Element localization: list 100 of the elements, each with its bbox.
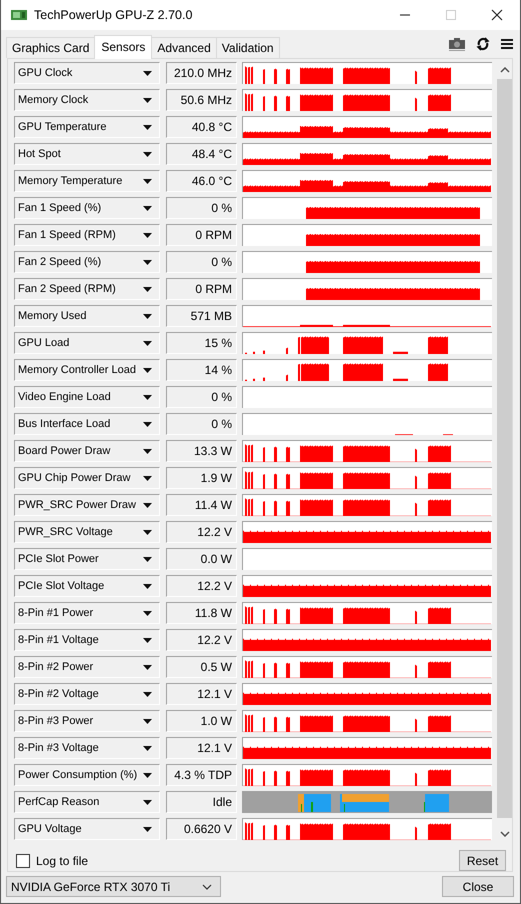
sensor-dropdown[interactable]: Bus Interface Load [14,413,160,435]
sensor-name: 8-Pin #3 Voltage [18,742,99,754]
sensor-dropdown[interactable]: GPU Temperature [14,116,160,138]
sensor-name: Fan 1 Speed (RPM) [18,229,116,241]
sensor-value: 4.3 % TDP [166,764,237,786]
close-button[interactable]: Close [442,876,514,897]
sensor-dropdown[interactable]: Fan 2 Speed (RPM) [14,278,160,300]
sensor-name: Power Consumption (%) [18,769,138,781]
sensor-dropdown[interactable]: Memory Used [14,305,160,327]
sensor-value: 12.2 V [166,521,237,543]
caret-icon [143,692,152,696]
sensor-dropdown[interactable]: 8-Pin #3 Voltage [14,737,160,759]
sensor-name: GPU Temperature [18,121,106,133]
sensor-dropdown[interactable]: PerfCap Reason [14,791,160,813]
caret-icon [143,772,152,778]
sensor-dropdown[interactable]: 8-Pin #2 Voltage [14,683,160,705]
sensor-value: 1.0 W [166,710,237,732]
sensor-dropdown[interactable]: Power Consumption (%) [14,764,160,786]
sensor-dropdown[interactable]: GPU Clock [14,62,160,84]
checkbox-label: Log to file [36,854,88,868]
caret-icon [143,826,152,832]
sensor-name: PCIe Slot Power [18,553,99,565]
refresh-icon [476,37,490,51]
sensor-dropdown[interactable]: Hot Spot [14,143,160,165]
caret-icon [143,206,152,210]
sensor-dropdown[interactable]: Video Engine Load [14,386,160,408]
sensor-name: Memory Used [18,310,86,322]
tab[interactable]: Sensors [94,35,152,59]
sensor-value: Idle [166,791,237,813]
sensor-name: Memory Temperature [18,175,122,187]
sensor-name: Bus Interface Load [18,418,110,430]
sensor-value: 1.9 W [166,467,237,489]
sensor-name: Fan 1 Speed (%) [18,202,102,214]
sensor-dropdown[interactable]: 8-Pin #1 Voltage [14,629,160,651]
caret-icon [143,70,152,76]
sensor-dropdown[interactable]: Memory Clock [14,89,160,111]
sensor-dropdown[interactable]: PCIe Slot Voltage [14,575,160,597]
caret-icon [143,422,152,426]
sensor-value: 46.0 °C [166,170,237,192]
sensor-value: 12.2 V [166,629,237,651]
camera-icon [448,37,466,51]
sensor-value: 40.8 °C [166,116,237,138]
sensor-dropdown[interactable]: GPU Chip Power Draw [14,467,160,489]
sensor-dropdown[interactable]: 8-Pin #3 Power [14,710,160,732]
caret-icon [143,314,152,318]
sensor-value: 12.2 V [166,575,237,597]
maximize-icon [445,9,457,21]
sensor-dropdown[interactable]: Memory Temperature [14,170,160,192]
sensor-value: 11.4 W [166,494,237,516]
tab[interactable]: Graphics Card [6,37,96,58]
sensor-value: 210.0 MHz [166,62,237,84]
sensor-name: GPU Clock [18,67,72,79]
sensor-value: 0 % [166,386,237,408]
sensor-value: 0.6620 V [166,818,237,840]
sensor-dropdown[interactable]: Memory Controller Load [14,359,160,381]
caret-icon [143,286,152,292]
sensor-value: 0 % [166,197,237,219]
caret-icon [143,260,152,264]
sensor-dropdown[interactable]: 8-Pin #2 Power [14,656,160,678]
sensor-dropdown[interactable]: Fan 1 Speed (%) [14,197,160,219]
caret-icon [143,718,152,724]
gpu-dropdown[interactable]: NVIDIA GeForce RTX 3070 Ti [6,876,221,897]
log-checkbox[interactable] [16,854,30,868]
graphics-card-icon [11,9,27,21]
tab[interactable]: Validation [216,37,280,58]
sensor-dropdown[interactable]: Fan 2 Speed (%) [14,251,160,273]
sensor-dropdown[interactable]: GPU Load [14,332,160,354]
sensor-value: 15 % [166,332,237,354]
scroll-down-icon [500,831,510,837]
sensor-name: PCIe Slot Voltage [18,580,104,592]
sensor-value: 0 % [166,251,237,273]
sensor-name: Memory Controller Load [18,364,136,376]
sensor-value: 13.3 W [166,440,237,462]
caret-icon [143,340,152,346]
caret-icon [143,368,152,372]
sensor-dropdown[interactable]: 8-Pin #1 Power [14,602,160,624]
sensor-value: 14 % [166,359,237,381]
menu-icon [500,38,514,50]
caret-icon [143,530,152,534]
sensor-dropdown[interactable]: GPU Voltage [14,818,160,840]
scroll-up-icon [500,67,510,73]
sensor-dropdown[interactable]: PWR_SRC Voltage [14,521,160,543]
sensor-name: GPU Load [18,337,70,349]
caret-icon [143,664,152,670]
sensor-dropdown[interactable]: Fan 1 Speed (RPM) [14,224,160,246]
caret-icon [143,800,152,804]
sensor-dropdown[interactable]: Board Power Draw [14,440,160,462]
caret-icon [143,124,152,130]
chevron-down-icon [202,884,212,890]
caret-icon [143,152,152,156]
sensor-dropdown[interactable]: PWR_SRC Power Draw [14,494,160,516]
sensor-name: 8-Pin #1 Power [18,607,94,619]
reset-button[interactable]: Reset [459,850,506,871]
sensor-value: 0 % [166,413,237,435]
sensor-value: 12.1 V [166,737,237,759]
sensor-value: 571 MB [166,305,237,327]
sensor-dropdown[interactable]: PCIe Slot Power [14,548,160,570]
caret-icon [143,746,152,750]
caret-icon [143,584,152,588]
sensor-name: 8-Pin #2 Voltage [18,688,99,700]
